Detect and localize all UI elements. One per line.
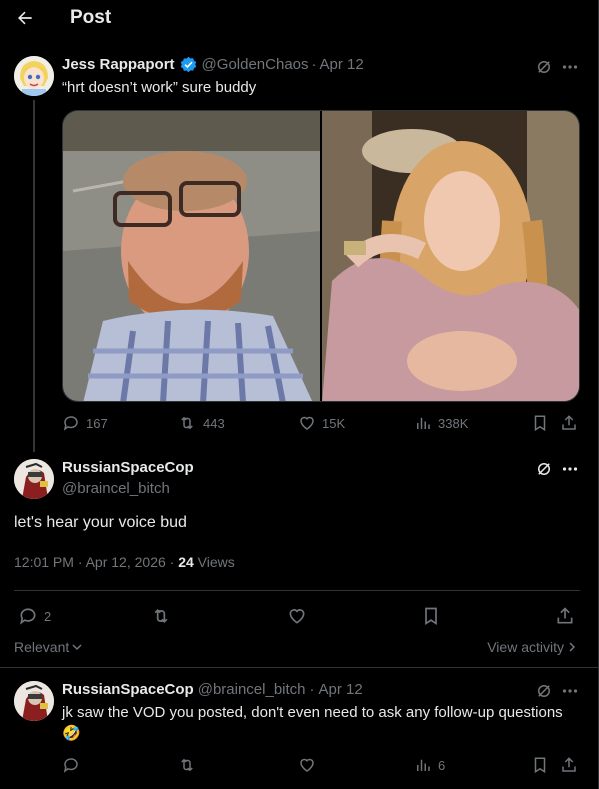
views-button[interactable]: 6: [414, 756, 445, 774]
back-arrow-icon[interactable]: [14, 7, 36, 29]
author-handle[interactable]: @braincel_bitch: [62, 480, 170, 497]
reply-actions: 6: [62, 756, 582, 776]
sort-label: Relevant: [14, 639, 70, 655]
reply-header: RussianSpaceCop @braincel_bitch · Apr 12: [62, 681, 363, 698]
post-date[interactable]: Apr 12: [320, 56, 364, 73]
post-timestamp: 12:01 PM · Apr 12, 2026 · 24 Views: [14, 554, 235, 570]
reply-text: jk saw the VOD you posted, don't even ne…: [62, 703, 582, 744]
bookmark-button[interactable]: [422, 606, 440, 626]
bookmark-button[interactable]: [532, 414, 548, 432]
bookmark-icon: [534, 415, 546, 432]
author-name[interactable]: Jess Rappaport: [62, 56, 175, 73]
view-activity-label: View activity: [487, 639, 564, 655]
views-label: Views: [193, 554, 235, 570]
reply-icon: [20, 608, 36, 625]
share-icon: [562, 415, 576, 430]
repost-button[interactable]: [177, 756, 197, 774]
reply-button[interactable]: 2: [18, 606, 51, 626]
divider: [0, 667, 598, 668]
view-activity-link[interactable]: View activity: [487, 639, 576, 655]
heart-icon: [289, 609, 305, 624]
repost-count: 443: [203, 415, 225, 431]
more-options-icon[interactable]: [562, 60, 578, 74]
post-text: “hrt doesn’t work” sure buddy: [62, 79, 257, 96]
heart-icon: [300, 416, 314, 430]
reply-button[interactable]: 167: [62, 414, 108, 432]
avatar[interactable]: [14, 459, 54, 499]
author-name[interactable]: RussianSpaceCop: [62, 681, 194, 698]
post-actions: 167 443 15K 338K: [62, 414, 582, 434]
reply-icon: [63, 758, 78, 773]
photo-before[interactable]: [63, 111, 320, 401]
avatar[interactable]: [14, 681, 54, 721]
repost-icon: [181, 758, 193, 772]
chevron-right-icon: [569, 642, 576, 652]
share-button[interactable]: [555, 606, 575, 626]
reply-count: 167: [86, 415, 108, 431]
post-actions: 2: [14, 604, 584, 628]
bookmark-button[interactable]: [532, 756, 548, 774]
bookmark-icon: [534, 757, 546, 774]
views-icon: [417, 759, 430, 771]
page-title: Post: [70, 7, 112, 28]
grok-icon[interactable]: [535, 58, 553, 76]
author-name[interactable]: RussianSpaceCop: [62, 459, 194, 476]
more-options-icon[interactable]: [562, 462, 578, 476]
media-grid[interactable]: [62, 110, 580, 402]
reply-count: 2: [44, 608, 52, 624]
separator-dot: ·: [311, 56, 317, 73]
repost-icon: [154, 608, 168, 624]
post-page: Post Jess Rappaport @GoldenChaos · Apr 1…: [0, 0, 599, 789]
share-button[interactable]: [560, 756, 578, 774]
reply-icon: [63, 416, 78, 431]
heart-icon: [300, 758, 314, 772]
reply-text-content: jk saw the VOD you posted, don't even ne…: [62, 704, 563, 721]
post-date[interactable]: Apr 12: [319, 681, 363, 698]
divider: [14, 590, 580, 591]
tweet-header: Jess Rappaport @GoldenChaos · Apr 12: [62, 56, 364, 73]
views-number: 24: [178, 554, 194, 570]
bookmark-icon: [425, 607, 437, 626]
page-header: Post: [0, 0, 598, 38]
grok-icon[interactable]: [535, 682, 553, 700]
views-count: 6: [438, 757, 446, 773]
views-count: 338K: [438, 415, 469, 431]
like-count: 15K: [322, 415, 346, 431]
verified-badge-icon: [180, 56, 197, 73]
thread-connector: [33, 100, 35, 452]
author-handle[interactable]: @braincel_bitch: [198, 681, 306, 698]
chevron-down-icon: [72, 644, 82, 651]
reply-button[interactable]: [62, 756, 80, 774]
share-icon: [562, 757, 576, 772]
photo-after[interactable]: [322, 111, 579, 401]
share-icon: [557, 607, 573, 624]
like-button[interactable]: 15K: [298, 414, 345, 432]
share-button[interactable]: [560, 414, 578, 432]
views-icon: [417, 417, 430, 429]
rofl-emoji: 🤣: [62, 724, 81, 742]
views-button[interactable]: 338K: [414, 414, 468, 432]
timestamp-text[interactable]: 12:01 PM · Apr 12, 2026 ·: [14, 554, 178, 570]
post-text: let's hear your voice bud: [14, 514, 187, 531]
author-handle[interactable]: @GoldenChaos: [202, 56, 309, 73]
sort-replies-dropdown[interactable]: Relevant: [14, 639, 83, 655]
more-options-icon[interactable]: [562, 684, 578, 698]
avatar[interactable]: [14, 56, 54, 96]
repost-button[interactable]: 443: [177, 414, 225, 432]
repost-button[interactable]: [150, 606, 172, 626]
like-button[interactable]: [287, 606, 307, 626]
grok-icon[interactable]: [535, 460, 553, 478]
repost-icon: [181, 416, 193, 430]
like-button[interactable]: [298, 756, 316, 774]
separator-dot: ·: [309, 681, 315, 698]
